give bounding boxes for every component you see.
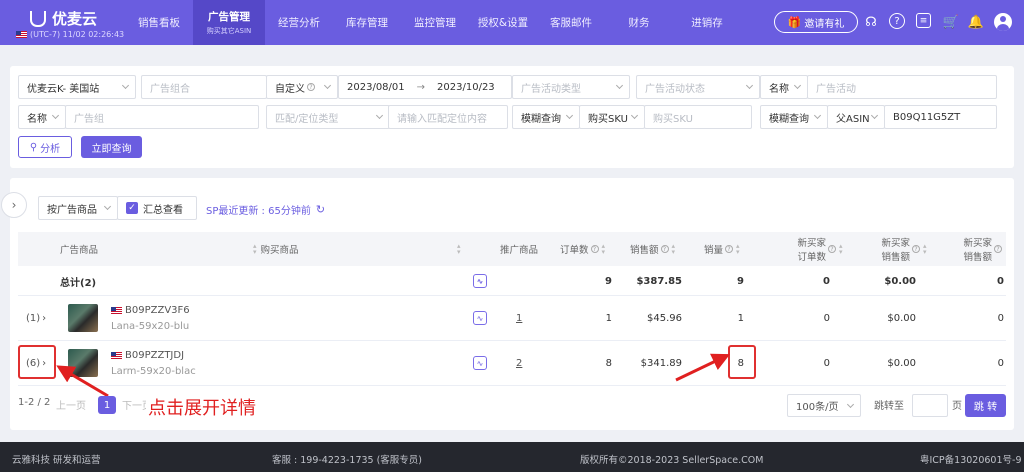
page-unit-label: 页 bbox=[952, 401, 962, 412]
jump-button-label: 跳 转 bbox=[973, 402, 998, 413]
pagination-range: 1-2 / 2 bbox=[18, 397, 51, 408]
callout-text: 点击展开详情 bbox=[148, 398, 256, 419]
footer-service: 客服 : 199-4223-1735 (客服专员) bbox=[272, 455, 423, 466]
page-footer: 云雅科技 研发和运营 客服 : 199-4223-1735 (客服专员) 版权所… bbox=[0, 442, 1024, 472]
prev-page-button[interactable]: 上一页 bbox=[56, 397, 86, 412]
jump-button[interactable]: 跳 转 bbox=[965, 394, 1006, 417]
next-page-button[interactable]: 下一页 bbox=[122, 397, 146, 412]
footer-copyright: 版权所有©2018-2023 SellerSpace.COM bbox=[580, 455, 764, 466]
page-size-select[interactable]: 100条/页 bbox=[787, 394, 861, 417]
chevron-down-icon bbox=[846, 400, 855, 409]
current-page-button[interactable]: 1 bbox=[98, 396, 116, 414]
page-size-value: 100条/页 bbox=[796, 402, 839, 413]
arrow-to-expander bbox=[56, 365, 109, 398]
jump-page-input[interactable] bbox=[912, 394, 948, 417]
footer-company: 云雅科技 研发和运营 bbox=[12, 455, 101, 466]
arrow-to-volume bbox=[675, 353, 731, 382]
footer-icp[interactable]: 粤ICP备13020601号-9 bbox=[920, 452, 1022, 466]
jump-label: 跳转至 bbox=[874, 401, 904, 412]
